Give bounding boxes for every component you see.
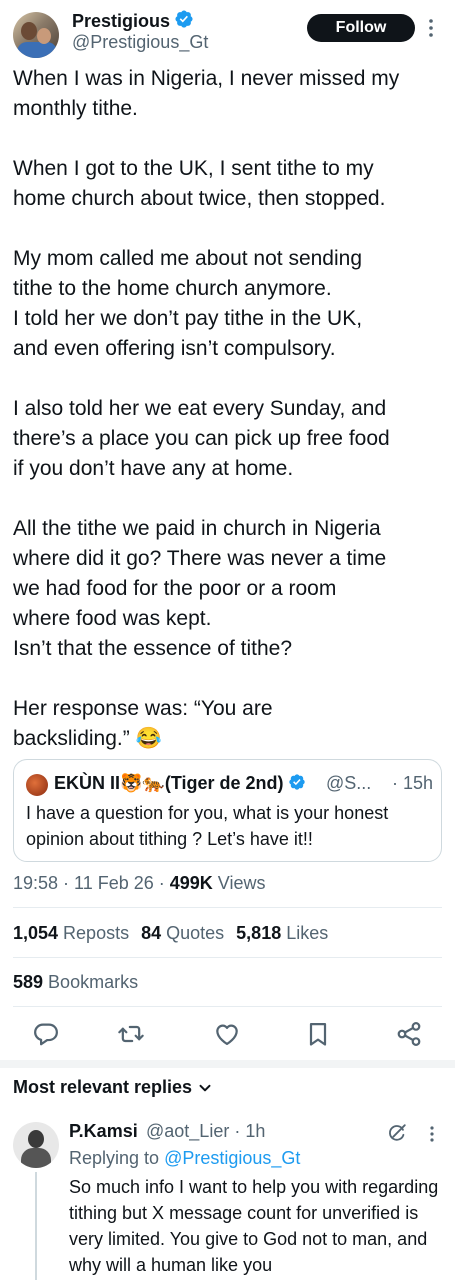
verified-badge-icon (175, 10, 193, 28)
replying-to-label: Replying to (69, 1148, 165, 1168)
replying-to-link[interactable]: @Prestigious_Gt (164, 1148, 300, 1168)
chevron-down-icon (199, 1085, 211, 1092)
grok-icon[interactable] (386, 1122, 408, 1144)
likes-count: 5,818 (236, 923, 282, 943)
repost-icon[interactable] (117, 1020, 145, 1048)
quoted-tweet-card[interactable]: EKÙN II🐯🐅(Tiger de 2nd) @S... · 15h I ha… (13, 759, 442, 862)
reposts-stat[interactable]: 1,054 Reposts (13, 923, 129, 943)
verified-badge-icon (288, 774, 305, 790)
replies-sort-dropdown[interactable]: Most relevant replies (13, 1077, 212, 1098)
divider (13, 957, 442, 958)
tweet-paragraph: I also told her we eat every Sunday, and… (13, 397, 390, 480)
reposts-count: 1,054 (13, 923, 59, 943)
more-options-icon[interactable] (426, 16, 436, 40)
section-separator (0, 1060, 455, 1068)
quotes-label: Quotes (161, 923, 225, 943)
thread-line (35, 1172, 37, 1280)
quoted-author-name: EKÙN II🐯🐅(Tiger de 2nd) (54, 773, 306, 794)
bookmarks-stat[interactable]: 589 Bookmarks (13, 972, 138, 993)
like-icon[interactable] (213, 1020, 241, 1048)
replying-to: Replying to @Prestigious_Gt (69, 1148, 300, 1169)
tweet-paragraph: My mom called me about not sending tithe… (13, 247, 363, 360)
reply-more-options-icon[interactable] (428, 1124, 436, 1144)
bookmark-icon[interactable] (304, 1020, 332, 1048)
divider (13, 907, 442, 908)
replies-sort-label: Most relevant replies (13, 1077, 193, 1097)
tweet-meta: 19:58 · 11 Feb 26 · 499K Views (13, 873, 266, 894)
reply-text: So much info I want to help you with reg… (69, 1177, 439, 1275)
author-display-name[interactable]: Prestigious (72, 9, 194, 32)
author-avatar[interactable] (13, 12, 59, 58)
tweet-paragraph: Her response was: “You are backsliding.”… (13, 697, 273, 750)
reply-icon[interactable] (32, 1020, 60, 1048)
views-count: 499K (169, 873, 213, 893)
reposts-label: Reposts (58, 923, 130, 943)
likes-label: Likes (281, 923, 329, 943)
author-handle[interactable]: @Prestigious_Gt (72, 32, 208, 53)
quotes-stat[interactable]: 84 Quotes (141, 923, 224, 943)
reply-author-avatar[interactable] (13, 1122, 59, 1168)
quoted-author-avatar (26, 774, 48, 796)
views-label: Views (212, 873, 266, 893)
follow-button[interactable]: Follow (307, 14, 415, 42)
quoted-timestamp: · 15h (392, 773, 434, 793)
reply-author-name[interactable]: P.Kamsi (69, 1121, 138, 1142)
quoted-tweet-text: I have a question for you, what is your … (26, 803, 389, 849)
bookmarks-count: 589 (13, 972, 44, 992)
bookmarks-label: Bookmarks (43, 972, 139, 992)
share-icon[interactable] (395, 1020, 423, 1048)
tweet-paragraph: When I was in Nigeria, I never missed my… (13, 67, 400, 120)
author-name-text[interactable]: Prestigious (72, 11, 170, 31)
tweet-timestamp[interactable]: 19:58 · 11 Feb 26 · (13, 873, 170, 893)
action-bar (0, 1018, 455, 1050)
reply-author-handle[interactable]: @aot_Lier · 1h (146, 1121, 265, 1142)
quotes-count: 84 (141, 923, 162, 943)
tweet-paragraph: All the tithe we paid in church in Niger… (13, 517, 387, 660)
engagement-stats: 1,054 Reposts 84 Quotes 5,818 Likes (13, 923, 328, 944)
quoted-author-name-text: EKÙN II🐯🐅(Tiger de 2nd) (54, 773, 284, 793)
quoted-author-handle: @S... (326, 773, 372, 793)
divider (13, 1006, 442, 1007)
tweet-header: Prestigious @Prestigious_Gt Follow (0, 0, 455, 60)
tweet-text: When I was in Nigeria, I never missed my… (13, 64, 449, 754)
likes-stat[interactable]: 5,818 Likes (236, 923, 328, 943)
tweet-paragraph: When I got to the UK, I sent tithe to my… (13, 157, 386, 210)
